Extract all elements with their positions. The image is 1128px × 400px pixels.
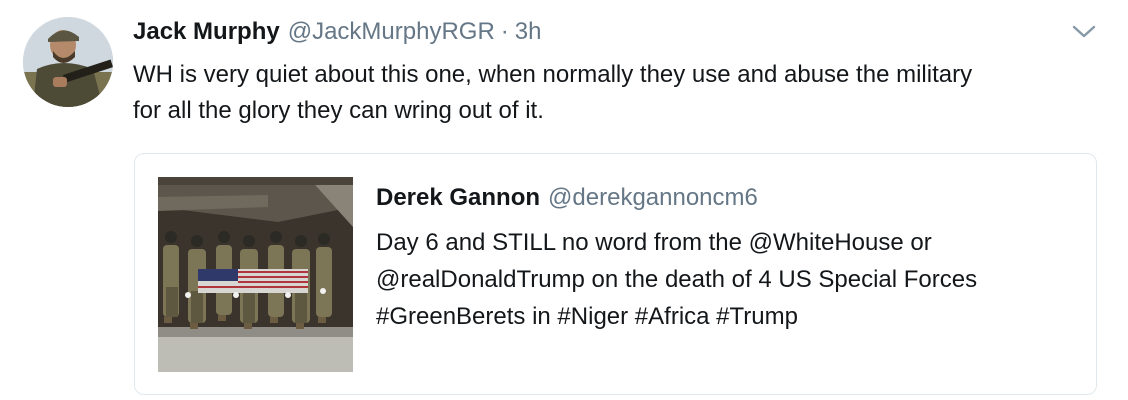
- quoted-tweet-text: Day 6 and STILL no word from the @WhiteH…: [376, 229, 978, 330]
- quoted-tweet[interactable]: Derek Gannon @derekgannoncm6 Day 6 and S…: [134, 153, 1097, 395]
- avatar[interactable]: [23, 17, 113, 107]
- quoted-author-handle[interactable]: @derekgannoncm6: [548, 181, 758, 215]
- quoted-tweet-media[interactable]: [158, 177, 353, 372]
- quoted-author-name[interactable]: Derek Gannon: [376, 181, 540, 215]
- tweet-timestamp[interactable]: 3h: [515, 15, 542, 49]
- tweet-card[interactable]: Jack Murphy @JackMurphyRGR · 3h WH is ve…: [0, 0, 1128, 400]
- tweet-text: WH is very quiet about this one, when no…: [133, 61, 973, 124]
- quoted-tweet-header: Derek Gannon @derekgannoncm6: [376, 181, 758, 215]
- chevron-down-icon[interactable]: [1070, 20, 1098, 42]
- author-handle[interactable]: @JackMurphyRGR: [288, 15, 495, 49]
- tweet-header: Jack Murphy @JackMurphyRGR · 3h: [133, 15, 542, 49]
- author-name[interactable]: Jack Murphy: [133, 15, 280, 49]
- soldiers-casket-photo: [158, 177, 353, 372]
- separator-dot: ·: [500, 18, 509, 45]
- avatar-photo: [23, 17, 113, 107]
